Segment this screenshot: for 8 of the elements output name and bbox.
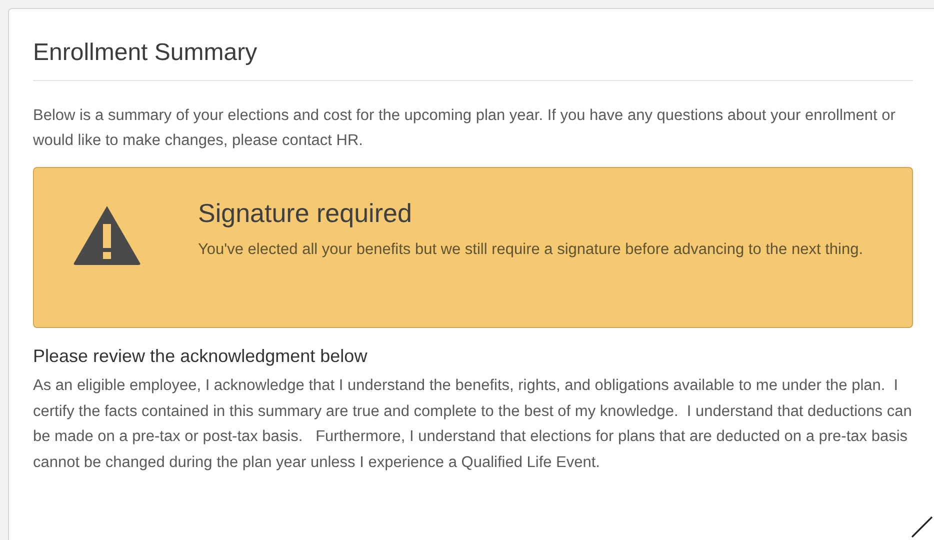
panel-title: Enrollment Summary (33, 39, 258, 68)
section-heading: Please review the acknowledgment below (33, 346, 368, 368)
warning-icon (72, 204, 142, 266)
intro-text: Below is a summary of your elections and cost for the upcoming plan year. If you have any questions about your enrollment or would like to make changes, please contact HR. (33, 106, 896, 151)
acknowledgment-text: As an eligible employee, I acknowledge that I understand the benefits, rights, and obligations available to me under the plan. I certify the facts contained in this summary are true and complete to the best of my knowledge. I understand that deductions can be made on a pre-tax or post-tax basis. Furthermore, I understand that elections for plans that are deducted on a pre-tax basis cannot be changed during the plan year unless I experience a Qualified Life Event. (33, 376, 913, 473)
alert-message: You've elected all your benefits but we still require a signature before advancing to the next thing. (198, 240, 864, 260)
resize-handle-icon[interactable] (911, 516, 933, 538)
alert-heading: Signature required (198, 198, 413, 229)
